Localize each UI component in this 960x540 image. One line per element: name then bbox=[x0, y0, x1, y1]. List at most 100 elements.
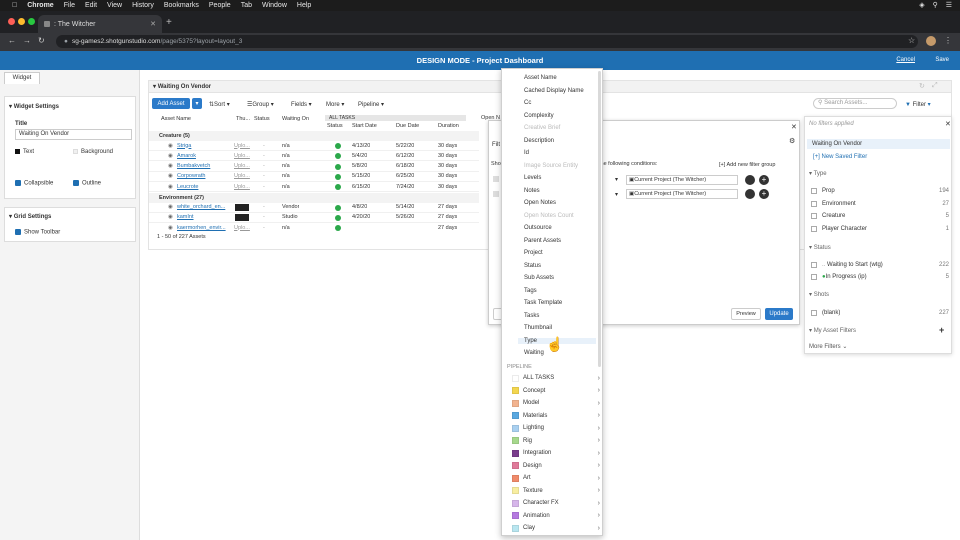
pipeline-step-clay[interactable]: Clay › bbox=[512, 522, 600, 534]
filter-option-type[interactable]: Environment 27 bbox=[811, 199, 949, 209]
chevron-down-icon[interactable]: ▾ bbox=[615, 191, 618, 198]
new-saved-filter-link[interactable]: [+] New Saved Filter bbox=[813, 154, 867, 160]
group-menu[interactable]: ☰Group ▾ bbox=[247, 101, 274, 108]
duration-cell[interactable]: 30 days bbox=[438, 163, 457, 169]
gear-icon[interactable]: ⚙ bbox=[789, 137, 795, 145]
table-row[interactable]: ◉ kamInt - Studio 4/20/20 5/26/20 27 days bbox=[149, 213, 479, 223]
filter-option-shots[interactable]: (blank) 227 bbox=[811, 308, 949, 318]
menu-bookmarks[interactable]: Bookmarks bbox=[164, 2, 199, 9]
asset-name-link[interactable]: white_orchard_en... bbox=[177, 204, 233, 210]
start-date-cell[interactable]: 5/8/20 bbox=[352, 163, 367, 169]
menu-people[interactable]: People bbox=[209, 2, 231, 9]
pipeline-step-character-fx[interactable]: Character FX › bbox=[512, 497, 600, 509]
checkbox[interactable] bbox=[811, 188, 817, 194]
pipeline-step-integration[interactable]: Integration › bbox=[512, 447, 600, 459]
outline-checkbox[interactable]: Outline bbox=[73, 180, 101, 187]
waiting-on-cell[interactable]: n/a bbox=[282, 163, 290, 169]
menu-chrome[interactable]: Chrome bbox=[27, 2, 53, 9]
start-date-cell[interactable]: 5/15/20 bbox=[352, 173, 370, 179]
pipeline-step-all-tasks[interactable]: ALL TASKS › bbox=[512, 372, 600, 384]
start-date-cell[interactable]: 5/4/20 bbox=[352, 153, 367, 159]
column-header[interactable]: Asset Name bbox=[161, 116, 191, 122]
status-cell[interactable]: - bbox=[263, 225, 265, 231]
checkbox[interactable] bbox=[811, 225, 817, 232]
thumbnail-upload-link[interactable]: Uplo... bbox=[234, 153, 250, 159]
waiting-on-cell[interactable]: Studio bbox=[282, 214, 298, 220]
saved-filter-item[interactable]: Waiting On Vendor bbox=[807, 139, 950, 149]
menu-item-tags[interactable]: Tags bbox=[524, 288, 537, 294]
widget-settings-header[interactable]: ▾ Widget Settings bbox=[9, 103, 59, 110]
wifi-icon[interactable]: ◈ bbox=[919, 1, 924, 9]
status-cell[interactable]: - bbox=[263, 173, 265, 179]
checkbox[interactable] bbox=[811, 262, 817, 268]
menu-item-project[interactable]: Project bbox=[524, 250, 543, 256]
table-row[interactable]: ◉ Bumbakvetch Uplo... - n/a 5/8/20 6/18/20 30 d… bbox=[149, 162, 479, 172]
status-cell[interactable]: - bbox=[263, 153, 265, 159]
due-date-cell[interactable]: 5/26/20 bbox=[396, 214, 414, 220]
thumbnail-upload-link[interactable]: Uplo... bbox=[234, 173, 250, 179]
status-cell[interactable]: - bbox=[263, 184, 265, 190]
title-input[interactable]: Waiting On Vendor bbox=[15, 129, 132, 140]
zoom-window-icon[interactable] bbox=[28, 18, 35, 25]
waiting-on-cell[interactable]: Vendor bbox=[282, 204, 299, 210]
add-filter-group-link[interactable]: [+] Add new filter group bbox=[719, 162, 775, 168]
due-date-cell[interactable]: 6/18/20 bbox=[396, 163, 414, 169]
forward-icon[interactable]: → bbox=[23, 36, 31, 45]
thumbnail-upload-link[interactable]: Uplo... bbox=[234, 163, 250, 169]
asset-name-link[interactable]: Corpowrath bbox=[177, 173, 233, 179]
filter-value-field[interactable]: ▣Current Project (The Witcher) bbox=[626, 189, 738, 199]
show-toolbar-checkbox[interactable]: Show Toolbar bbox=[15, 229, 60, 236]
waiting-on-cell[interactable]: n/a bbox=[282, 143, 290, 149]
task-status-icon[interactable] bbox=[335, 153, 341, 160]
tab-widget[interactable]: Widget bbox=[4, 72, 40, 84]
menu-item-status[interactable]: Status bbox=[524, 263, 541, 269]
more-menu[interactable]: More ▾ bbox=[326, 101, 344, 108]
add-condition-icon[interactable]: + bbox=[759, 175, 769, 185]
menu-item-waiting[interactable]: Waiting bbox=[524, 350, 544, 356]
bookmark-star-icon[interactable]: ☆ bbox=[908, 36, 915, 45]
waiting-on-cell[interactable]: n/a bbox=[282, 153, 290, 159]
duration-cell[interactable]: 30 days bbox=[438, 143, 457, 149]
checkbox[interactable] bbox=[811, 213, 817, 219]
menu-item-open-notes[interactable]: Open Notes bbox=[524, 200, 556, 206]
my-asset-filters-header[interactable]: ▾ My Asset Filters bbox=[809, 327, 856, 334]
filter-button[interactable]: ▼ Filter ▾ bbox=[905, 101, 931, 108]
start-date-cell[interactable]: 4/20/20 bbox=[352, 214, 370, 220]
due-date-cell[interactable]: 6/12/20 bbox=[396, 153, 414, 159]
pipeline-step-model[interactable]: Model › bbox=[512, 397, 600, 409]
menu-item-description[interactable]: Description bbox=[524, 138, 554, 144]
control-center-icon[interactable]: ☰ bbox=[946, 1, 952, 9]
duration-cell[interactable]: 27 days bbox=[438, 225, 457, 231]
menu-item-sub-assets[interactable]: Sub Assets bbox=[524, 275, 554, 281]
table-row[interactable]: ◉ Leucrote Uplo... - n/a 6/15/20 7/24/20 30 day… bbox=[149, 182, 479, 193]
menu-item-asset-name[interactable]: Asset Name bbox=[524, 75, 557, 81]
duration-cell[interactable]: 30 days bbox=[438, 173, 457, 179]
duration-cell[interactable]: 27 days bbox=[438, 214, 457, 220]
checkbox[interactable] bbox=[811, 274, 817, 280]
menu-file[interactable]: File bbox=[64, 2, 75, 9]
filter-option-status[interactable]: .. Waiting to Start (wtg) 222 bbox=[811, 260, 949, 270]
search-icon[interactable]: ⚲ bbox=[933, 1, 938, 9]
menu-window[interactable]: Window bbox=[262, 2, 287, 9]
table-row[interactable]: ◉ Striga Uplo... - n/a 4/13/20 5/22/20 30 days bbox=[149, 141, 479, 151]
asset-name-link[interactable]: kamInt bbox=[177, 214, 233, 220]
save-button[interactable]: Save bbox=[935, 51, 949, 70]
start-date-cell[interactable]: 4/13/20 bbox=[352, 143, 370, 149]
sort-menu[interactable]: ⇅Sort ▾ bbox=[209, 101, 230, 108]
column-header[interactable]: Start Date bbox=[352, 123, 377, 129]
status-cell[interactable]: - bbox=[263, 214, 265, 220]
menu-item-parent-assets[interactable]: Parent Assets bbox=[524, 238, 561, 244]
pipeline-step-art[interactable]: Art › bbox=[512, 472, 600, 484]
close-window-icon[interactable] bbox=[8, 18, 15, 25]
scrollbar[interactable] bbox=[598, 71, 601, 367]
asset-name-link[interactable]: kaermorhen_envir... bbox=[177, 225, 233, 231]
maximize-icon[interactable]: ⤢ bbox=[932, 82, 938, 90]
menu-item-task-template[interactable]: Task Template bbox=[524, 300, 562, 306]
menu-view[interactable]: View bbox=[107, 2, 122, 9]
condition-checkbox[interactable] bbox=[493, 176, 499, 182]
task-status-icon[interactable] bbox=[335, 225, 341, 231]
task-status-icon[interactable] bbox=[335, 204, 341, 211]
column-header[interactable]: Duration bbox=[438, 123, 459, 129]
shots-section-header[interactable]: ▾ Shots bbox=[809, 291, 829, 298]
status-section-header[interactable]: ▾ Status bbox=[809, 244, 831, 251]
